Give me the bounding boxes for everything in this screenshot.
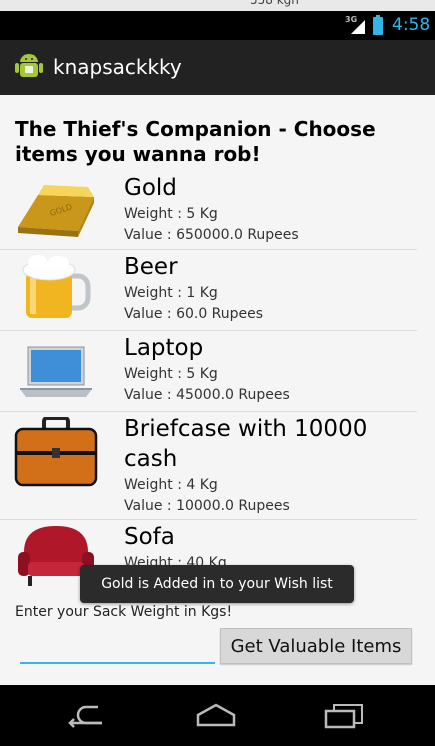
item-name: Laptop bbox=[124, 335, 204, 361]
item-value: Value : 10000.0 Rupees bbox=[124, 498, 290, 514]
gold-bar-icon: GOLD bbox=[18, 185, 94, 237]
top-strip-text: 558 kgh bbox=[250, 0, 299, 7]
item-name: Beer bbox=[124, 254, 178, 280]
android-app-icon[interactable] bbox=[14, 52, 44, 82]
item-value: Value : 45000.0 Rupees bbox=[124, 387, 290, 403]
sack-weight-input[interactable] bbox=[20, 630, 215, 664]
item-name: Sofa bbox=[124, 524, 175, 550]
beer-mug-icon bbox=[22, 255, 91, 318]
briefcase-icon bbox=[14, 417, 98, 487]
status-time: 4:58 bbox=[392, 15, 431, 35]
list-item[interactable]: Briefcase with 10000 cash Weight : 4 Kg … bbox=[0, 412, 417, 519]
recent-apps-icon[interactable] bbox=[322, 701, 366, 729]
toast-message: Gold is Added in to your Wish list bbox=[80, 565, 354, 603]
sack-weight-label: Enter your Sack Weight in Kgs! bbox=[15, 604, 233, 620]
battery-icon bbox=[373, 15, 383, 35]
status-bar: 3G 4:58 bbox=[0, 11, 435, 40]
item-value: Value : 650000.0 Rupees bbox=[124, 227, 299, 243]
navigation-bar bbox=[0, 685, 435, 746]
item-value: Value : 60.0 Rupees bbox=[124, 306, 264, 322]
item-weight: Weight : 5 Kg bbox=[124, 366, 218, 382]
list-item[interactable]: Laptop Weight : 5 Kg Value : 45000.0 Rup… bbox=[0, 331, 417, 411]
page-heading: The Thief's Companion - Choose items you… bbox=[15, 117, 376, 166]
back-icon[interactable] bbox=[66, 701, 110, 729]
laptop-icon bbox=[20, 346, 92, 397]
app-title: knapsackkky bbox=[53, 55, 182, 79]
list-item[interactable]: GOLD Gold Weight : 5 Kg Value : 650000.0… bbox=[0, 171, 417, 249]
items-list[interactable]: GOLD Gold Weight : 5 Kg Value : 650000.0… bbox=[0, 171, 435, 601]
top-strip: 558 kgh bbox=[0, 0, 435, 11]
list-item[interactable]: Beer Weight : 1 Kg Value : 60.0 Rupees bbox=[0, 250, 417, 330]
item-weight: Weight : 1 Kg bbox=[124, 285, 218, 301]
item-name: Gold bbox=[124, 175, 177, 201]
get-valuable-items-button[interactable]: Get Valuable Items bbox=[220, 628, 412, 664]
item-weight: Weight : 4 Kg bbox=[124, 477, 218, 493]
home-icon[interactable] bbox=[194, 701, 238, 729]
action-bar: knapsackkky bbox=[0, 40, 435, 95]
item-weight: Weight : 5 Kg bbox=[124, 206, 218, 222]
signal-icon bbox=[351, 20, 365, 34]
item-name: Briefcase with 10000 cash bbox=[124, 416, 368, 472]
